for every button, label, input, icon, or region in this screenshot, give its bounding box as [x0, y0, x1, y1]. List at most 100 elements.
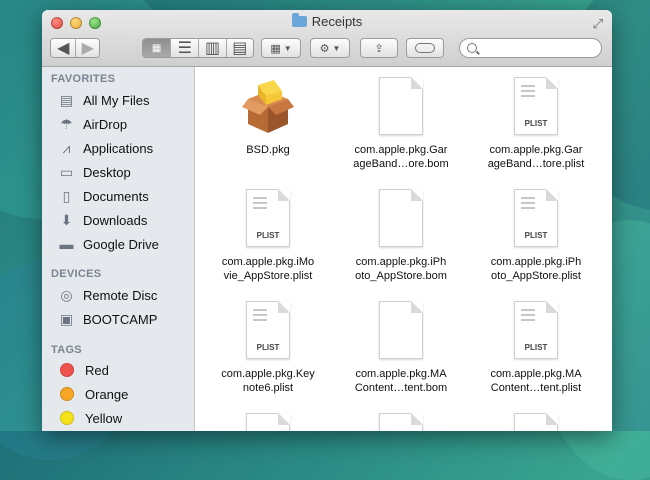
- sidebar-item-label: Applications: [83, 140, 154, 156]
- file-item[interactable]: PLIST com.apple.pkg.Gar ageBand…tore.pli…: [471, 77, 601, 171]
- sidebar-item-label: Google Drive: [83, 236, 159, 252]
- chevron-right-icon: ▶: [81, 40, 94, 57]
- file-name-line: Content…tent.bom: [354, 382, 448, 394]
- folder-icon: ▬: [59, 236, 74, 252]
- file-browser: BSD.pkg com.apple.pkg.Gar ageBand…ore.bo…: [195, 67, 612, 431]
- file-item[interactable]: BSD.pkg: [203, 77, 333, 157]
- file-item[interactable]: PLIST com.apple.pkg.MA Content…tent.plis…: [471, 301, 601, 395]
- red-tag-icon: [60, 363, 74, 377]
- back-button[interactable]: ◀: [51, 39, 77, 57]
- file-name-line: com.apple.pkg.Gar: [354, 144, 448, 156]
- plist-document-icon: PLIST: [514, 189, 558, 247]
- action-button[interactable]: ⚙ ▼: [310, 38, 350, 58]
- sidebar-item-tag-yellow[interactable]: Yellow: [58, 407, 122, 429]
- arrange-grid-icon: ▦: [270, 42, 281, 55]
- orange-tag-icon: [60, 387, 74, 401]
- file-name-line: com.apple.pkg.MA: [355, 368, 447, 380]
- tags-button[interactable]: [406, 38, 444, 58]
- search-input[interactable]: [480, 40, 599, 58]
- sidebar-item-all-my-files[interactable]: ▤ All My Files: [58, 89, 150, 111]
- file-item[interactable]: com.apple.pkg.Gar ageBand…ore.bom: [336, 77, 466, 171]
- file-item[interactable]: PLIST com.apple.pkg.iMo vie_AppStore.pli…: [203, 189, 333, 283]
- file-name-line: com.apple.pkg.MA: [490, 368, 582, 380]
- file-name: BSD.pkg: [246, 144, 290, 156]
- file-item[interactable]: PLIST com.apple.pkg.iPh oto_AppStore.pli…: [471, 189, 601, 283]
- applications-icon: ⩘: [62, 139, 71, 156]
- file-name-line: oto_AppStore.plist: [491, 270, 581, 282]
- plist-document-icon: PLIST: [514, 77, 558, 135]
- bom-document-icon: [379, 77, 423, 135]
- toolbar: Receipts ⤢ ◀ ▶ ▦ ☰ ▥ ▤ ▦ ▼ ⚙ ▼ ⇪: [42, 10, 612, 67]
- forward-button[interactable]: ▶: [76, 39, 99, 57]
- column-view-icon: ▥: [205, 40, 221, 57]
- plist-badge: PLIST: [256, 231, 280, 240]
- bom-document-icon: [379, 301, 423, 359]
- cover-flow-view-button[interactable]: ▤: [226, 39, 253, 57]
- arrange-button[interactable]: ▦ ▼: [261, 38, 301, 58]
- sidebar-item-label: AirDrop: [83, 116, 128, 132]
- documents-icon: ▯: [62, 187, 71, 204]
- all-files-icon: ▤: [59, 91, 74, 108]
- share-button[interactable]: ⇪: [360, 38, 398, 58]
- document-icon: [246, 413, 290, 431]
- devices-heading: DEVICES: [51, 268, 102, 280]
- sidebar-item-tag-red[interactable]: Red: [58, 359, 109, 381]
- sidebar-item-tag-orange[interactable]: Orange: [58, 383, 128, 405]
- window-title-text: Receipts: [311, 14, 363, 29]
- sidebar-item-label: Documents: [83, 188, 149, 204]
- sidebar-item-google-drive[interactable]: ▬ Google Drive: [58, 233, 159, 255]
- file-item[interactable]: [471, 413, 601, 431]
- search-icon: [467, 43, 477, 53]
- search-field[interactable]: [459, 38, 602, 58]
- cover-flow-icon: ▤: [232, 40, 248, 57]
- sidebar-item-remote-disc[interactable]: ◎ Remote Disc: [58, 284, 157, 306]
- chevron-down-icon: ▼: [283, 43, 292, 53]
- file-item[interactable]: PLIST com.apple.pkg.Key note6.plist: [203, 301, 333, 395]
- yellow-tag-icon: [60, 411, 74, 425]
- desktop-icon: ▭: [59, 163, 74, 180]
- package-icon: [240, 77, 296, 135]
- bom-document-icon: [379, 189, 423, 247]
- sidebar-item-label: Desktop: [83, 164, 131, 180]
- sidebar-item-desktop[interactable]: ▭ Desktop: [58, 161, 131, 183]
- plist-document-icon: PLIST: [246, 189, 290, 247]
- sidebar: FAVORITES ▤ All My Files ☂ AirDrop ⩘ App…: [42, 67, 195, 431]
- finder-window: Receipts ⤢ ◀ ▶ ▦ ☰ ▥ ▤ ▦ ▼ ⚙ ▼ ⇪ FAVORIT…: [42, 10, 612, 431]
- fullscreen-icon[interactable]: ⤢: [593, 16, 603, 32]
- plist-document-icon: PLIST: [514, 301, 558, 359]
- chevron-down-icon: ▼: [332, 43, 341, 53]
- file-name-line: com.apple.pkg.iPh: [490, 256, 582, 268]
- column-view-button[interactable]: ▥: [199, 39, 227, 57]
- icon-view-button[interactable]: ▦: [143, 39, 172, 57]
- tags-icon: [415, 43, 435, 53]
- gear-icon: ⚙: [319, 42, 330, 55]
- file-item[interactable]: [203, 413, 333, 431]
- file-name-line: vie_AppStore.plist: [223, 270, 313, 282]
- sidebar-item-label: All My Files: [83, 92, 150, 108]
- sidebar-item-applications[interactable]: ⩘ Applications: [58, 137, 154, 159]
- sidebar-item-label: Yellow: [85, 410, 123, 426]
- plist-badge: PLIST: [524, 119, 548, 128]
- file-name-line: Content…tent.plist: [490, 382, 582, 394]
- downloads-icon: ⬇: [60, 211, 73, 228]
- favorites-heading: FAVORITES: [51, 73, 116, 85]
- file-name-line: com.apple.pkg.Gar: [489, 144, 583, 156]
- window-title: Receipts: [42, 13, 612, 29]
- chevron-left-icon: ◀: [57, 40, 70, 57]
- sidebar-item-bootcamp[interactable]: ▣ BOOTCAMP: [58, 308, 158, 330]
- sidebar-item-downloads[interactable]: ⬇ Downloads: [58, 209, 148, 231]
- sidebar-item-label: BOOTCAMP: [83, 311, 158, 327]
- list-view-button[interactable]: ☰: [171, 39, 200, 57]
- file-name-line: com.apple.pkg.Key: [221, 368, 315, 380]
- sidebar-item-documents[interactable]: ▯ Documents: [58, 185, 149, 207]
- file-item[interactable]: com.apple.pkg.MA Content…tent.bom: [336, 301, 466, 395]
- plist-document-icon: PLIST: [246, 301, 290, 359]
- file-item[interactable]: com.apple.pkg.iPh oto_AppStore.bom: [336, 189, 466, 283]
- folder-icon: [291, 13, 307, 27]
- airdrop-icon: ☂: [60, 115, 73, 132]
- back-forward-control: ◀ ▶: [50, 38, 100, 58]
- sidebar-item-airdrop[interactable]: ☂ AirDrop: [58, 113, 127, 135]
- file-item[interactable]: [336, 413, 466, 431]
- share-icon: ⇪: [374, 42, 384, 55]
- sidebar-item-label: Red: [85, 362, 109, 378]
